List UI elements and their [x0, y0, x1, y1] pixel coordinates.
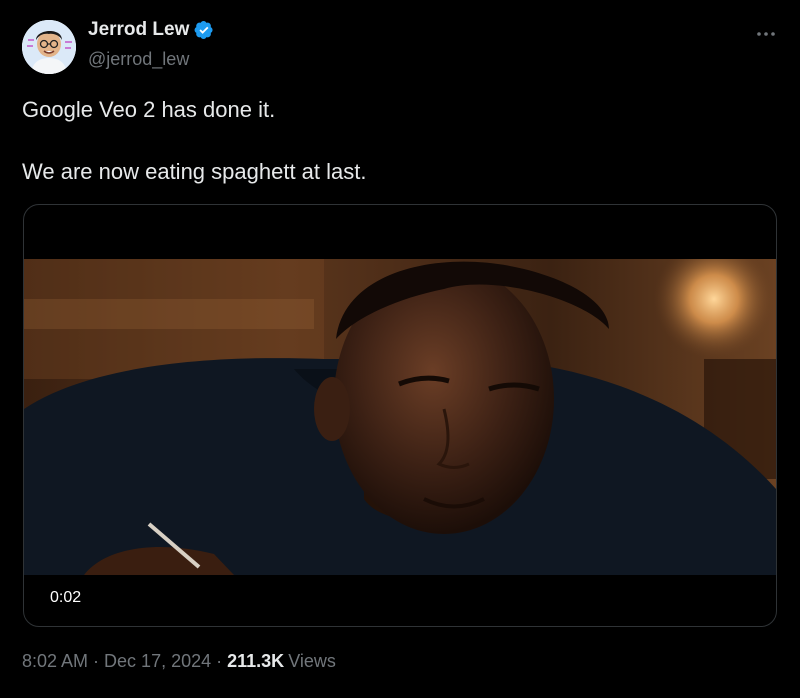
tweet-time-link[interactable]: 8:02 AM: [22, 651, 88, 672]
tweet-text: Google Veo 2 has done it. We are now eat…: [22, 96, 762, 186]
views-count: 211.3K: [227, 651, 285, 671]
more-options-icon: [757, 32, 775, 36]
author-name-row[interactable]: Jerrod Lew: [88, 19, 214, 41]
tweet-paragraph: We are now eating spaghett at last.: [22, 159, 367, 184]
verified-badge-icon[interactable]: [194, 20, 214, 40]
video-duration-badge: 0:02: [44, 583, 88, 613]
tweet-meta: 8:02 AM · Dec 17, 2024 · 211.3K Views: [22, 651, 336, 672]
tweet-date-link[interactable]: Dec 17, 2024: [104, 651, 211, 672]
author-display-name[interactable]: Jerrod Lew: [88, 19, 189, 41]
views-label: Views: [288, 651, 336, 671]
more-options-button[interactable]: [752, 24, 780, 44]
avatar-image: [22, 20, 76, 74]
author-handle[interactable]: @jerrod_lew: [88, 49, 189, 70]
meta-separator: ·: [93, 651, 100, 671]
meta-separator: ·: [216, 651, 223, 671]
avatar[interactable]: [22, 20, 76, 74]
tweet-paragraph: Google Veo 2 has done it.: [22, 97, 276, 122]
video-player[interactable]: 0:02: [23, 204, 777, 627]
video-frame[interactable]: [24, 259, 776, 575]
